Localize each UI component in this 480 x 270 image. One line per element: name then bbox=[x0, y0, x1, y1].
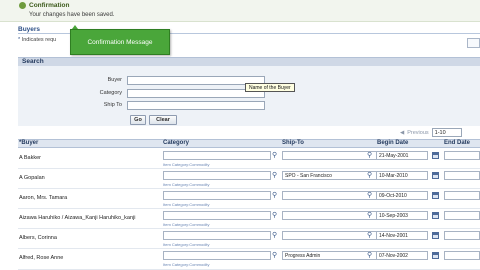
ship-to-field[interactable] bbox=[282, 211, 377, 220]
ship-to-field[interactable] bbox=[282, 231, 377, 240]
table-header bbox=[18, 139, 480, 148]
ship-to-field[interactable] bbox=[282, 151, 377, 160]
table-row: Aaron, Mrs. Tamara Item Category:Commodi… bbox=[18, 189, 480, 209]
buyer-name: Aizawa Haruhiko / Aizawa_Kanji Haruhiko_… bbox=[19, 215, 136, 221]
end-date-field[interactable] bbox=[444, 171, 480, 180]
calendar-icon[interactable] bbox=[432, 232, 439, 239]
table-row: Albers, Corinna Item Category:Commodity … bbox=[18, 229, 480, 249]
personalize-icon[interactable] bbox=[467, 38, 480, 48]
category-hint: Item Category:Commodity bbox=[163, 162, 210, 167]
search-icon[interactable]: ⚲ bbox=[272, 152, 279, 159]
begin-date-field[interactable]: 10-Sep-2003 bbox=[376, 211, 428, 220]
search-icon[interactable]: ⚲ bbox=[272, 252, 279, 259]
calendar-icon[interactable] bbox=[432, 192, 439, 199]
end-date-field[interactable] bbox=[444, 191, 480, 200]
end-date-field[interactable] bbox=[444, 211, 480, 220]
search-icon[interactable]: ⚲ bbox=[367, 252, 374, 259]
end-date-field[interactable] bbox=[444, 231, 480, 240]
category-field[interactable] bbox=[163, 231, 271, 240]
category-field[interactable] bbox=[163, 211, 271, 220]
search-icon[interactable]: ⚲ bbox=[272, 172, 279, 179]
calendar-icon[interactable] bbox=[432, 172, 439, 179]
table-row: A Gopalan Item Category:Commodity ⚲ SPO … bbox=[18, 169, 480, 189]
ship-to-field[interactable]: Progress Admin bbox=[282, 251, 377, 260]
category-hint: Item Category:Commodity bbox=[163, 182, 210, 187]
search-icon[interactable]: ⚲ bbox=[367, 152, 374, 159]
page-range-select[interactable]: 1-10 bbox=[431, 128, 462, 137]
go-button[interactable]: Go bbox=[130, 115, 146, 125]
begin-date-field[interactable]: 07-Nov-2002 bbox=[376, 251, 428, 260]
begin-date-field[interactable]: 09-Oct-2010 bbox=[376, 191, 428, 200]
category-field[interactable] bbox=[163, 191, 271, 200]
ship-to-input[interactable] bbox=[127, 101, 265, 110]
calendar-icon[interactable] bbox=[432, 152, 439, 159]
confirmation-message: Your changes have been saved. bbox=[29, 12, 115, 18]
search-icon[interactable]: ⚲ bbox=[367, 192, 374, 199]
search-icon[interactable]: ⚲ bbox=[367, 172, 374, 179]
calendar-icon[interactable] bbox=[432, 212, 439, 219]
category-hint: Item Category:Commodity bbox=[163, 262, 210, 267]
category-field[interactable] bbox=[163, 151, 271, 160]
table-row: Aizawa Haruhiko / Aizawa_Kanji Haruhiko_… bbox=[18, 209, 480, 229]
search-icon[interactable]: ⚲ bbox=[272, 212, 279, 219]
column-header-begin-date[interactable]: Begin Date bbox=[377, 140, 408, 146]
end-date-field[interactable] bbox=[444, 251, 480, 260]
search-icon[interactable]: ⚲ bbox=[367, 232, 374, 239]
category-hint: Item Category:Commodity bbox=[163, 202, 210, 207]
search-icon[interactable]: ⚲ bbox=[367, 212, 374, 219]
column-header-buyer[interactable]: *Buyer bbox=[19, 140, 38, 146]
ship-to-label: Ship To bbox=[103, 102, 122, 108]
search-icon[interactable]: ⚲ bbox=[272, 192, 279, 199]
required-indicator-text: * Indicates requ bbox=[18, 37, 57, 43]
column-header-ship-to[interactable]: Ship-To bbox=[282, 140, 304, 146]
search-header bbox=[18, 57, 480, 66]
pagination: ◀ Previous 1-10 bbox=[400, 128, 462, 137]
buyer-name: Alfred, Rose Anne bbox=[19, 255, 64, 261]
buyer-name: Aaron, Mrs. Tamara bbox=[19, 195, 68, 201]
page-title: Buyers bbox=[18, 26, 41, 33]
field-tooltip: Name of the Buyer bbox=[245, 83, 295, 92]
previous-icon[interactable]: ◀ bbox=[400, 130, 404, 136]
ship-to-field[interactable] bbox=[282, 191, 377, 200]
category-field[interactable] bbox=[163, 171, 271, 180]
confirmation-bar bbox=[0, 0, 480, 22]
category-label: Category bbox=[99, 90, 122, 96]
success-icon bbox=[19, 2, 26, 9]
buyer-label: Buyer bbox=[107, 77, 122, 83]
begin-date-field[interactable]: 21-May-2001 bbox=[376, 151, 428, 160]
table-row: Alfred, Rose Anne Item Category:Commodit… bbox=[18, 249, 480, 270]
buyer-name: A Gopalan bbox=[19, 175, 45, 181]
confirmation-popup: Confirmation Message bbox=[70, 29, 170, 55]
confirmation-title: Confirmation bbox=[29, 2, 70, 9]
previous-link[interactable]: Previous bbox=[407, 130, 428, 136]
end-date-field[interactable] bbox=[444, 151, 480, 160]
column-header-end-date[interactable]: End Date bbox=[444, 140, 470, 146]
category-field[interactable] bbox=[163, 251, 271, 260]
table-row: A Bakker Item Category:Commodity ⚲ ⚲ 21-… bbox=[18, 149, 480, 169]
column-header-category[interactable]: Category bbox=[163, 140, 189, 146]
begin-date-field[interactable]: 14-Nov-2001 bbox=[376, 231, 428, 240]
category-hint: Item Category:Commodity bbox=[163, 222, 210, 227]
search-icon[interactable]: ⚲ bbox=[272, 232, 279, 239]
search-title: Search bbox=[22, 58, 44, 65]
buyer-name: Albers, Corinna bbox=[19, 235, 57, 241]
buyer-name: A Bakker bbox=[19, 155, 42, 161]
begin-date-field[interactable]: 10-Mar-2010 bbox=[376, 171, 428, 180]
clear-button[interactable]: Clear bbox=[149, 115, 177, 125]
category-hint: Item Category:Commodity bbox=[163, 242, 210, 247]
ship-to-field[interactable]: SPO - San Francisco bbox=[282, 171, 377, 180]
calendar-icon[interactable] bbox=[432, 252, 439, 259]
